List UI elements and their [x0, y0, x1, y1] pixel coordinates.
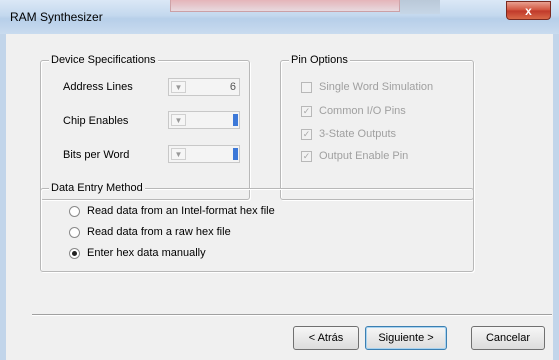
radio-button [69, 248, 80, 259]
next-button[interactable]: Siguiente > [365, 326, 447, 350]
radio-button [69, 206, 80, 217]
title-bar-decoration [400, 0, 440, 14]
radio-label: Enter hex data manually [87, 247, 206, 259]
pin-options-group: Pin Options Single Word Simulation ✓ Com… [280, 54, 474, 200]
checkmark-icon: ✓ [301, 106, 312, 117]
separator [32, 314, 552, 316]
chevron-down-icon: ▼ [171, 114, 186, 126]
checkbox-label: Single Word Simulation [319, 81, 434, 93]
device-specifications-group: Device Specifications Address Lines ▼ 6 … [40, 54, 250, 200]
window-frame-right [553, 34, 559, 360]
title-bar-decoration [170, 0, 400, 12]
bits-per-word-label: Bits per Word [63, 149, 130, 161]
address-lines-combo[interactable]: ▼ 6 [168, 78, 240, 96]
chevron-down-icon: ▼ [171, 81, 186, 93]
chip-enables-combo[interactable]: ▼ [168, 111, 240, 129]
bits-per-word-combo[interactable]: ▼ [168, 145, 240, 163]
chip-enables-label: Chip Enables [63, 115, 129, 127]
checkmark-icon: ✓ [301, 151, 312, 162]
address-lines-value: 6 [229, 81, 236, 93]
group-title: Pin Options [289, 54, 350, 66]
checkmark-icon: ✓ [301, 129, 312, 140]
close-button[interactable]: x [506, 1, 551, 20]
group-title: Data Entry Method [49, 182, 145, 194]
dialog-client-area: Device Specifications Address Lines ▼ 6 … [6, 34, 553, 360]
checkbox-box [301, 82, 312, 93]
close-icon: x [525, 3, 532, 18]
checkbox-label: 3-State Outputs [319, 128, 397, 140]
radio-label: Read data from an Intel-format hex file [87, 205, 275, 217]
selection-highlight [233, 114, 238, 126]
radio-button [69, 227, 80, 238]
selection-highlight [233, 148, 238, 160]
chevron-down-icon: ▼ [171, 148, 186, 160]
address-lines-label: Address Lines [63, 81, 133, 93]
title-bar: RAM Synthesizer x [0, 0, 559, 34]
radio-label: Read data from a raw hex file [87, 226, 231, 238]
data-entry-method-group: Data Entry Method Read data from an Inte… [40, 182, 474, 272]
checkbox-label: Output Enable Pin [319, 150, 409, 162]
group-title: Device Specifications [49, 54, 158, 66]
window-title: RAM Synthesizer [10, 10, 103, 24]
cancel-button[interactable]: Cancelar [471, 326, 545, 350]
checkbox-label: Common I/O Pins [319, 105, 406, 117]
back-button[interactable]: < Atrás [293, 326, 359, 350]
